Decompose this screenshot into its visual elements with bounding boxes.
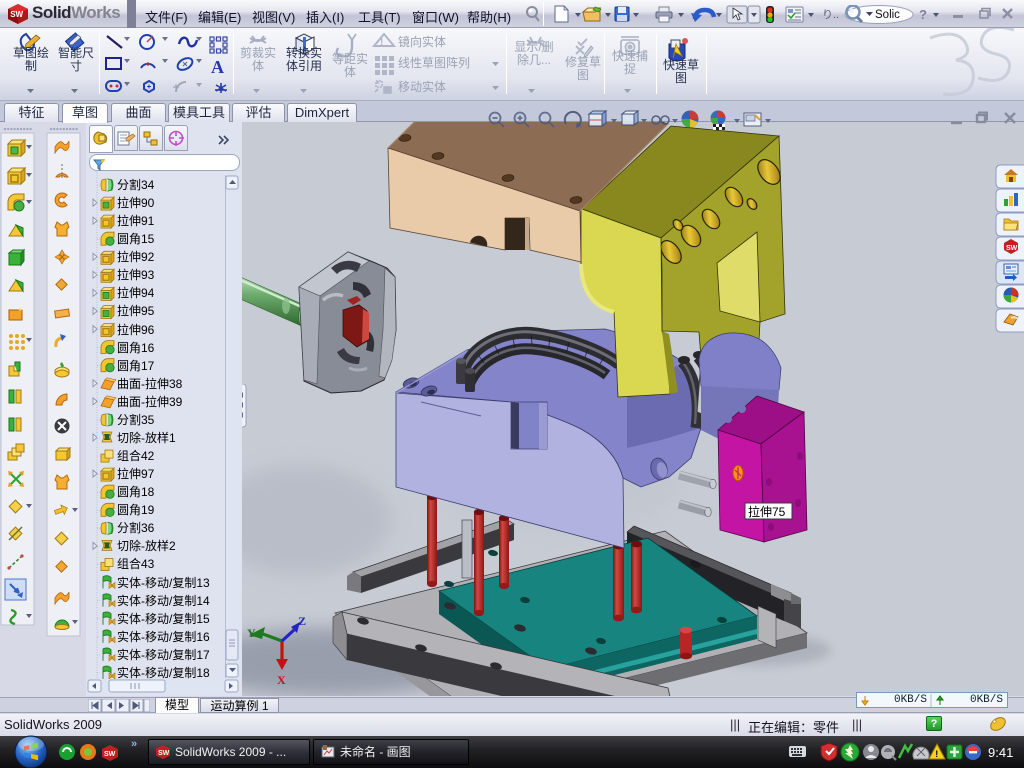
svg-text:!: !: [935, 749, 938, 759]
svg-text:?: ?: [919, 7, 927, 22]
svg-text:SW: SW: [1006, 245, 1018, 252]
svg-text:X: X: [277, 673, 286, 687]
svg-text:SW: SW: [10, 10, 23, 19]
svg-text:り..: り..: [822, 8, 839, 21]
svg-text:SW: SW: [158, 750, 170, 757]
svg-text:拉伸75: 拉伸75: [748, 504, 786, 519]
svg-text:Z: Z: [298, 614, 306, 628]
svg-text:SW: SW: [104, 751, 116, 758]
svg-text:Solic: Solic: [875, 9, 900, 21]
svg-text:Y: Y: [247, 626, 256, 640]
